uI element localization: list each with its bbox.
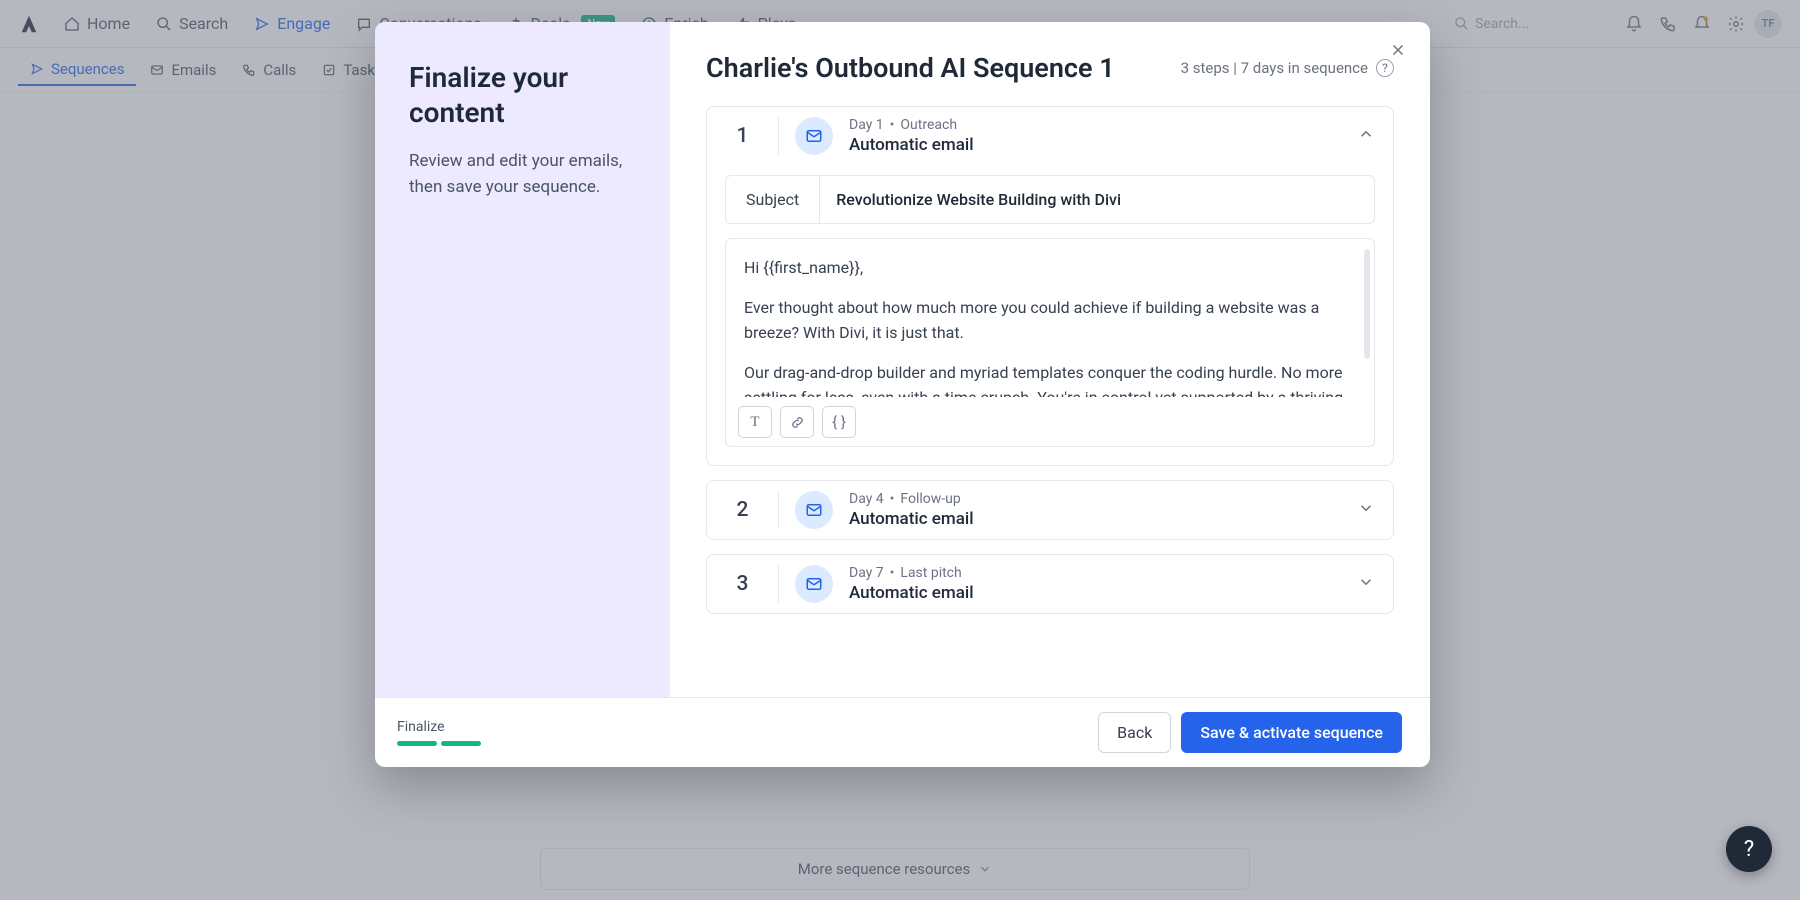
subject-value[interactable]: Revolutionize Website Building with Divi xyxy=(820,176,1374,223)
chevron-down-icon xyxy=(1357,499,1375,521)
email-icon xyxy=(795,491,833,529)
close-button[interactable] xyxy=(1384,36,1412,64)
chevron-up-icon xyxy=(1357,125,1375,147)
text-format-button[interactable]: T xyxy=(738,406,772,438)
step-number: 2 xyxy=(707,491,779,529)
save-activate-button[interactable]: Save & activate sequence xyxy=(1181,712,1402,753)
link-button[interactable] xyxy=(780,406,814,438)
email-icon xyxy=(795,117,833,155)
subject-row[interactable]: Subject Revolutionize Website Building w… xyxy=(725,175,1375,224)
step-number: 3 xyxy=(707,565,779,603)
chevron-down-icon xyxy=(1357,573,1375,595)
step-header-2[interactable]: 2 Day 4•Follow-up Automatic email xyxy=(707,481,1393,539)
step-number: 1 xyxy=(707,117,779,155)
subject-label: Subject xyxy=(726,176,820,223)
editor-toolbar: T { } xyxy=(726,397,1374,446)
step-card-3: 3 Day 7•Last pitch Automatic email xyxy=(706,554,1394,614)
modal-side-panel: Finalize your content Review and edit yo… xyxy=(375,22,670,697)
step-header-1[interactable]: 1 Day 1•Outreach Automatic email xyxy=(707,107,1393,165)
sequence-title: Charlie's Outbound AI Sequence 1 xyxy=(706,52,1115,84)
side-description: Review and edit your emails, then save y… xyxy=(409,148,636,201)
variable-button[interactable]: { } xyxy=(822,406,856,438)
step-header-3[interactable]: 3 Day 7•Last pitch Automatic email xyxy=(707,555,1393,613)
scrollbar[interactable] xyxy=(1364,249,1370,359)
modal-main-panel: Charlie's Outbound AI Sequence 1 3 steps… xyxy=(670,22,1430,697)
step-card-2: 2 Day 4•Follow-up Automatic email xyxy=(706,480,1394,540)
step-card-1: 1 Day 1•Outreach Automatic email Subject… xyxy=(706,106,1394,466)
sequence-meta: 3 steps | 7 days in sequence ? xyxy=(1181,59,1394,77)
modal-footer: Finalize Back Save & activate sequence xyxy=(375,697,1430,767)
help-fab[interactable]: ? xyxy=(1726,826,1772,872)
side-title: Finalize your content xyxy=(409,60,636,130)
back-button[interactable]: Back xyxy=(1098,712,1171,753)
progress-bar xyxy=(397,741,481,746)
email-body-editor[interactable]: Hi {{first_name}}, Ever thought about ho… xyxy=(725,238,1375,447)
email-icon xyxy=(795,565,833,603)
finalize-modal: Finalize your content Review and edit yo… xyxy=(375,22,1430,767)
progress-label: Finalize xyxy=(397,719,481,735)
